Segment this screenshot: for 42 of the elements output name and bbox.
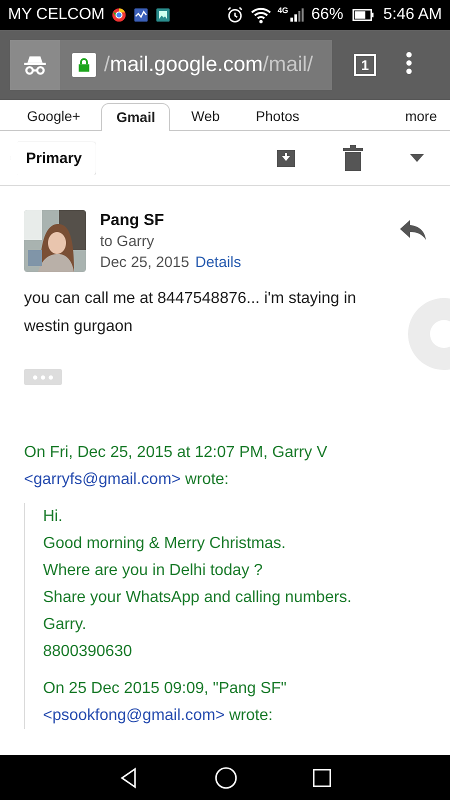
ellipsis-icon — [33, 374, 53, 380]
google-bar-tab[interactable]: Web — [176, 107, 235, 130]
google-bar-tab[interactable]: Photos — [240, 107, 314, 130]
chart-app-icon — [132, 7, 149, 23]
message-date: Dec 25, 2015 — [100, 254, 190, 271]
delete-icon[interactable] — [342, 145, 364, 171]
tab-switcher-button[interactable]: 1 — [354, 54, 376, 76]
signal-icon — [289, 6, 306, 24]
recents-nav-icon — [311, 766, 334, 788]
browser-icon — [110, 7, 127, 23]
clock-time: 5:46 AM — [383, 6, 442, 24]
google-bar-tab[interactable]: Gmail — [101, 103, 170, 131]
carrier-name: MY CELCOM — [8, 6, 105, 24]
details-link[interactable]: Details — [195, 254, 242, 271]
quoted-line: Where are you in Delhi today ? — [43, 561, 264, 581]
google-bar-tab[interactable]: Google+ — [12, 107, 96, 130]
home-nav-icon — [214, 766, 238, 790]
quoted-line: Share your WhatsApp and calling numbers. — [43, 588, 353, 608]
address-bar[interactable]: /mail.google.com/mail/ — [10, 40, 332, 90]
email-link[interactable]: <psookfong@gmail.com> — [43, 707, 225, 724]
quoted-line: 8800390630 — [43, 642, 133, 662]
primary-back-button[interactable]: Primary — [10, 142, 96, 174]
alarm-icon — [226, 6, 244, 24]
email-link[interactable]: <garryfs@gmail.com> — [24, 471, 181, 488]
incognito-icon — [10, 40, 60, 90]
more-menu-icon — [406, 52, 412, 74]
quoted-line: Hi. — [43, 507, 64, 527]
message-body: you can call me at 8447548876... i'm staying in westin gurgaon — [24, 289, 358, 337]
url-text: /mail.google.com/mail/ — [104, 53, 313, 77]
quote-header: On Fri, Dec 25, 2015 at 12:07 PM, Garry V <garryfs@gmail.com> wrote: — [24, 443, 328, 490]
wifi-icon — [250, 5, 272, 25]
google-bar-tab[interactable]: more — [390, 107, 450, 130]
quoted-line: Garry. — [43, 615, 88, 635]
quoted-line: Good morning & Merry Christmas. — [43, 534, 287, 554]
network-type: 4G — [278, 6, 288, 15]
sender-name: Pang SF — [100, 211, 166, 231]
battery-percent: 66% — [311, 6, 344, 24]
dropdown-icon[interactable] — [410, 154, 424, 162]
gallery-icon — [154, 7, 171, 23]
quote-header: On 25 Dec 2015 09:09, "Pang SF" <psookfong@gmail.com> wrote: — [43, 679, 288, 726]
reply-icon[interactable] — [400, 220, 426, 240]
recipient-text: to Garry — [100, 232, 154, 252]
